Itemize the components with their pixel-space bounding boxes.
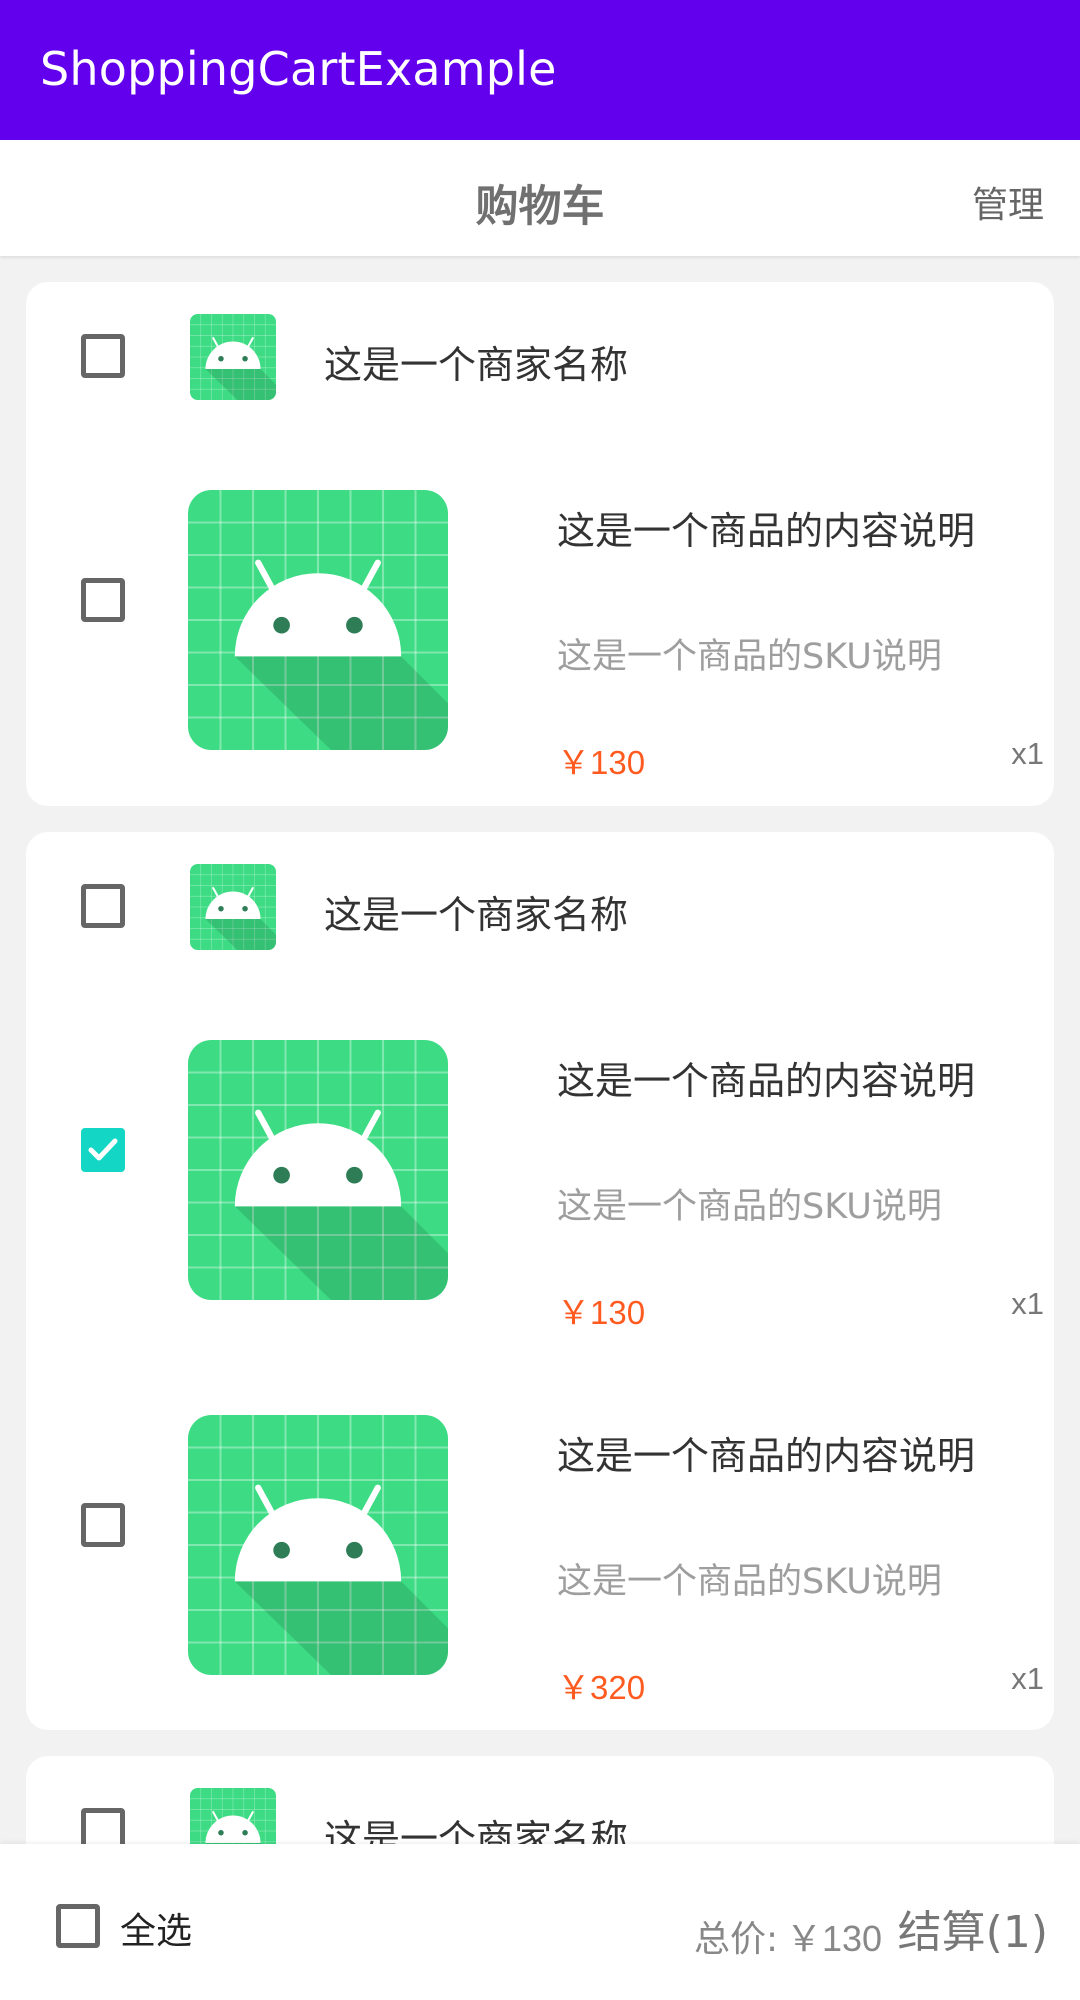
product-price: ￥130 [557, 744, 646, 781]
android-icon [190, 1788, 276, 1844]
android-icon [188, 1415, 448, 1675]
shop-header: 这是一个商家名称 [26, 282, 1054, 432]
product-item[interactable]: 这是一个商品的内容说明 这是一个商品的SKU说明 ￥130 x1 [26, 982, 1054, 1331]
checkout-button[interactable]: 结算(1) [898, 1896, 1048, 1960]
shop-card: 这是一个商家名称 这是一个商品的内容说明 这是一个商品的SKU说明 ￥130 x… [26, 832, 1054, 1730]
total-price-value: ￥130 [786, 1918, 883, 1959]
product-title: 这是一个商品的内容说明 [557, 1059, 976, 1103]
product-price: ￥320 [557, 1669, 646, 1706]
shop-checkbox[interactable] [81, 1808, 125, 1844]
shop-header: 这是一个商家名称 [26, 1756, 1054, 1844]
product-checkbox[interactable] [81, 1128, 125, 1172]
product-sku: 这是一个商品的SKU说明 [557, 1562, 942, 1602]
shop-name: 这是一个商家名称 [324, 1817, 629, 1844]
shop-header: 这是一个商家名称 [26, 832, 1054, 982]
shop-card: 这是一个商家名称 [26, 1756, 1054, 1844]
total-price-label: 总价: [694, 1919, 779, 1960]
check-icon [88, 1138, 118, 1161]
app-title: ShoppingCartExample [40, 42, 557, 96]
product-quantity: x1 [1011, 1661, 1044, 1696]
page-title: 购物车 [475, 182, 605, 232]
shop-name: 这是一个商家名称 [324, 343, 629, 387]
manage-button[interactable]: 管理 [972, 176, 1044, 228]
checkout-bar: 全选 总价: ￥130 结算(1) [0, 1844, 1080, 2000]
app-bar: ShoppingCartExample [0, 0, 1080, 140]
product-sku: 这是一个商品的SKU说明 [557, 637, 942, 677]
product-checkbox[interactable] [81, 1503, 125, 1547]
select-all-checkbox[interactable] [56, 1904, 100, 1948]
shop-checkbox[interactable] [81, 884, 125, 928]
shop-checkbox[interactable] [81, 334, 125, 378]
select-all-label[interactable]: 全选 [120, 1902, 192, 1954]
product-item[interactable]: 这是一个商品的内容说明 这是一个商品的SKU说明 ￥130 x1 [26, 432, 1054, 781]
product-title: 这是一个商品的内容说明 [557, 509, 976, 553]
shop-card: 这是一个商家名称 这是一个商品的内容说明 这是一个商品的SKU说明 ￥130 x… [26, 282, 1054, 806]
product-title: 这是一个商品的内容说明 [557, 1434, 976, 1478]
cart-header: 购物车 管理 [0, 140, 1080, 256]
android-icon [190, 864, 276, 950]
product-price: ￥130 [557, 1294, 646, 1331]
android-icon [188, 1040, 448, 1300]
product-quantity: x1 [1011, 736, 1044, 771]
cart-list[interactable]: 这是一个商家名称 这是一个商品的内容说明 这是一个商品的SKU说明 ￥130 x… [0, 256, 1080, 1844]
android-icon [188, 490, 448, 750]
product-sku: 这是一个商品的SKU说明 [557, 1187, 942, 1227]
android-icon [190, 314, 276, 400]
product-checkbox[interactable] [81, 578, 125, 622]
product-item[interactable]: 这是一个商品的内容说明 这是一个商品的SKU说明 ￥320 x1 [26, 1357, 1054, 1706]
shop-name: 这是一个商家名称 [324, 893, 629, 937]
product-quantity: x1 [1011, 1286, 1044, 1321]
